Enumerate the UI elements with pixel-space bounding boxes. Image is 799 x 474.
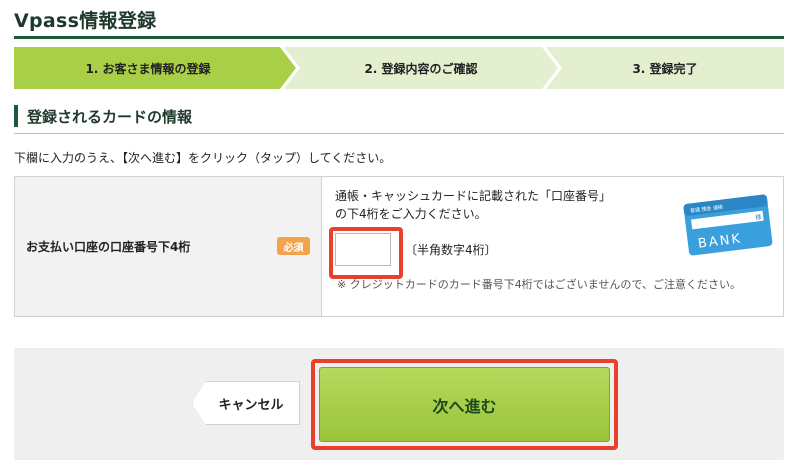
form-table: お支払い口座の口座番号下4桁 必須 通帳・キャッシュカードに記載された「口座番号… <box>14 176 784 317</box>
step-3: 3. 登録完了 <box>546 47 784 89</box>
step-1-label: 1. お客さま情報の登録 <box>85 61 211 76</box>
step-2: 2. 登録内容のご確認 <box>284 47 558 89</box>
caution-note: ※ クレジットカードのカード番号下4桁ではございませんので、ご注意ください。 <box>337 278 741 291</box>
bank-card-small-text: 様 <box>755 213 762 222</box>
required-badge: 必須 <box>277 237 310 255</box>
step-3-label: 3. 登録完了 <box>632 61 698 76</box>
instruction-text: 下欄に入力のうえ、【次へ進む】をクリック（タップ）してください。 <box>14 151 392 165</box>
step-2-label: 2. 登録内容のご確認 <box>364 61 478 76</box>
field-hint-line-2: の下4桁をご入力ください。 <box>335 207 487 221</box>
field-value-cell: 通帳・キャッシュカードに記載された「口座番号」 の下4桁をご入力ください。 〔半… <box>323 177 783 316</box>
section-title: 登録されるカードの情報 <box>27 107 193 126</box>
input-format-note: 〔半角数字4桁〕 <box>405 243 497 257</box>
field-label: お支払い口座の口座番号下4桁 <box>26 240 191 254</box>
step-1-current: 1. お客さま情報の登録 <box>14 47 296 89</box>
cancel-button[interactable]: キャンセル <box>192 381 300 425</box>
title-divider <box>14 36 784 39</box>
bank-card-icon: 普通 預金 通帳 様 BANK <box>683 194 773 256</box>
account-last4-input[interactable] <box>335 233 391 266</box>
section-heading: 登録されるカードの情報 <box>14 104 192 128</box>
section-divider <box>14 133 784 134</box>
cancel-button-label: キャンセル <box>218 397 284 413</box>
page-title: Vpass情報登録 <box>14 10 157 32</box>
progress-steps: 1. お客さま情報の登録 2. 登録内容のご確認 3. 登録完了 <box>14 47 784 89</box>
next-button[interactable]: 次へ進む <box>319 367 610 442</box>
section-marker <box>14 105 18 127</box>
field-hint-line-1: 通帳・キャッシュカードに記載された「口座番号」 <box>335 189 612 203</box>
field-label-cell: お支払い口座の口座番号下4桁 必須 <box>15 177 322 316</box>
